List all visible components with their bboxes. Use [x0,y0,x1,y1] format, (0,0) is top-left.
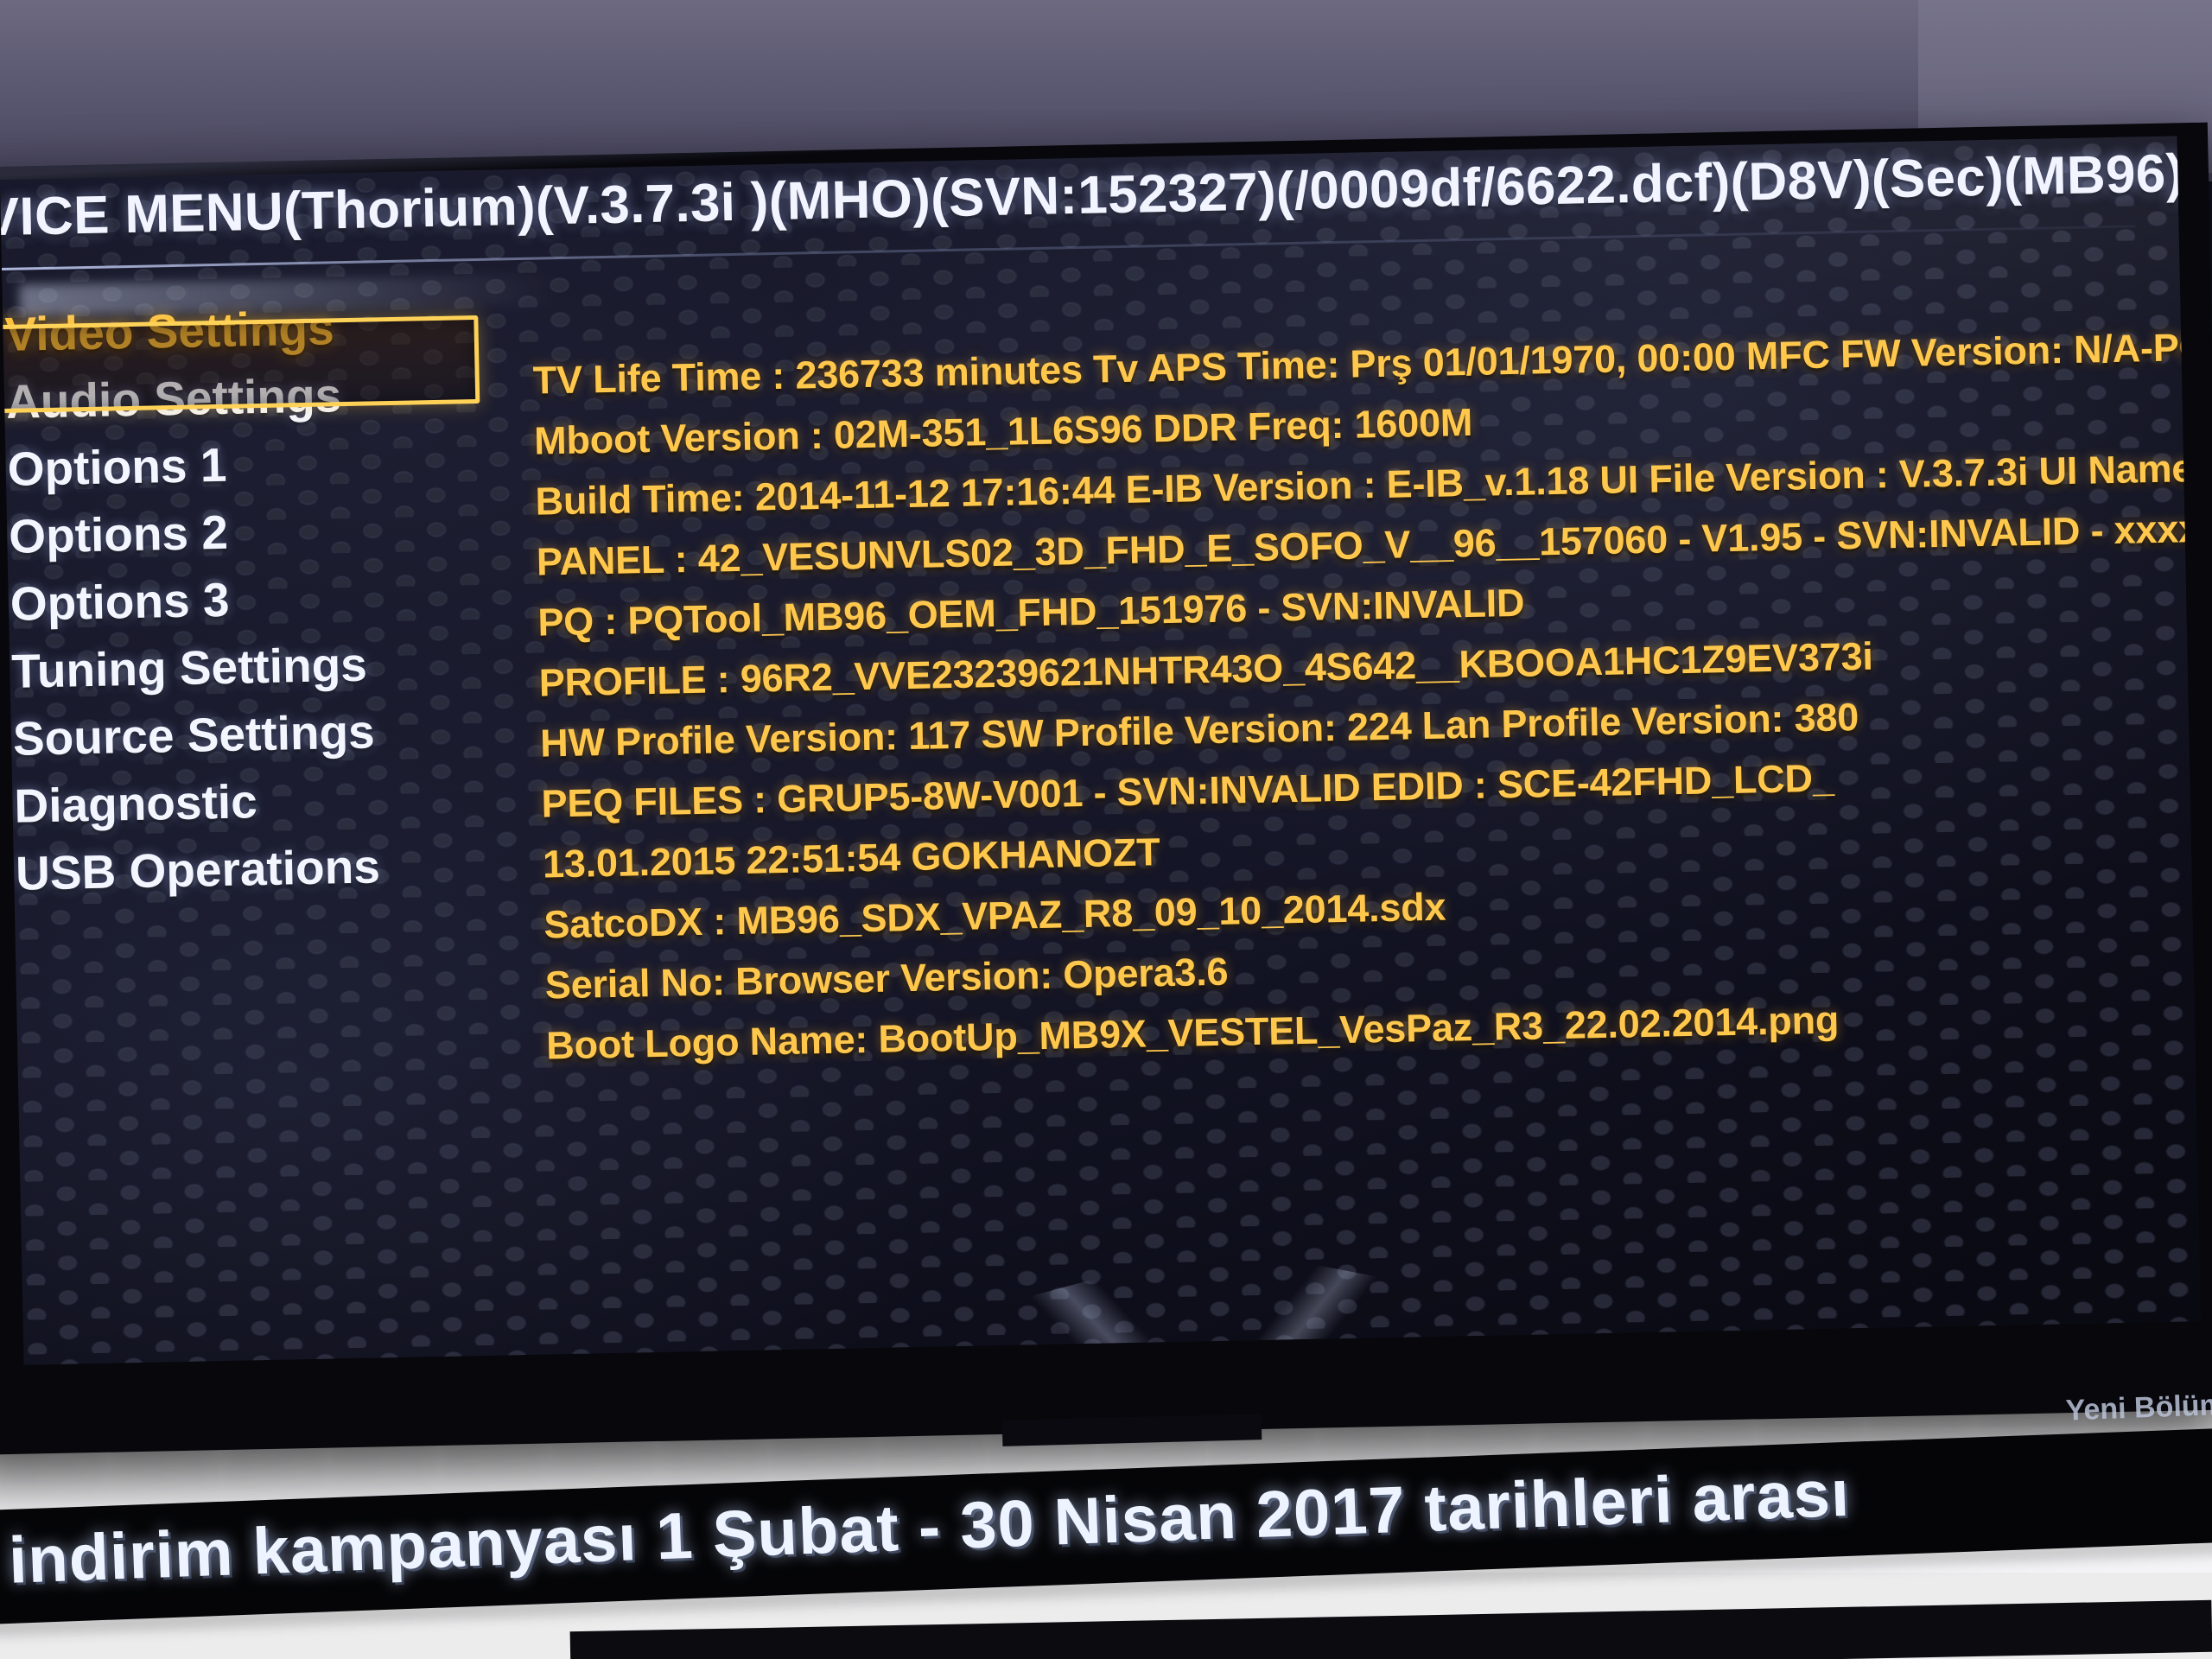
sidebar-item-label: Options 3 [10,572,231,631]
sidebar-item-options-1[interactable]: Options 1 [5,425,524,503]
sidebar-item-label: USB Operations [15,839,381,900]
sidebar-item-source-settings[interactable]: Source Settings [10,695,530,772]
sidebar-item-label: Options 1 [7,437,227,496]
service-menu-screen: VICE MENU(Thorium)(V.3.7.3i )(MHO)(SVN:1… [0,136,2201,1364]
photograph-of-tv-screen: VICE MENU(Thorium)(V.3.7.3i )(MHO)(SVN:1… [0,0,2212,1659]
firmware-info-panel: TV Life Time : 236733 minutes Tv APS Tim… [532,321,2201,1087]
sidebar-item-label: Tuning Settings [10,637,368,698]
sidebar-item-usb-operations[interactable]: USB Operations [13,830,532,907]
sidebar-item-label: Source Settings [12,704,376,766]
sidebar-item-label: Options 2 [8,505,229,563]
sidebar-item-options-3[interactable]: Options 3 [8,560,527,638]
tv-screen: VICE MENU(Thorium)(V.3.7.3i )(MHO)(SVN:1… [0,136,2202,1365]
selection-highlight-box [0,315,480,415]
sidebar-item-label: Diagnostic [13,774,258,833]
sidebar-item-diagnostic[interactable]: Diagnostic [12,762,531,840]
sidebar-item-options-2[interactable]: Options 2 [7,493,526,570]
sidebar-item-tuning-settings[interactable]: Tuning Settings [10,627,529,705]
channel-watermark: Yeni Bölüm [2065,1388,2212,1427]
